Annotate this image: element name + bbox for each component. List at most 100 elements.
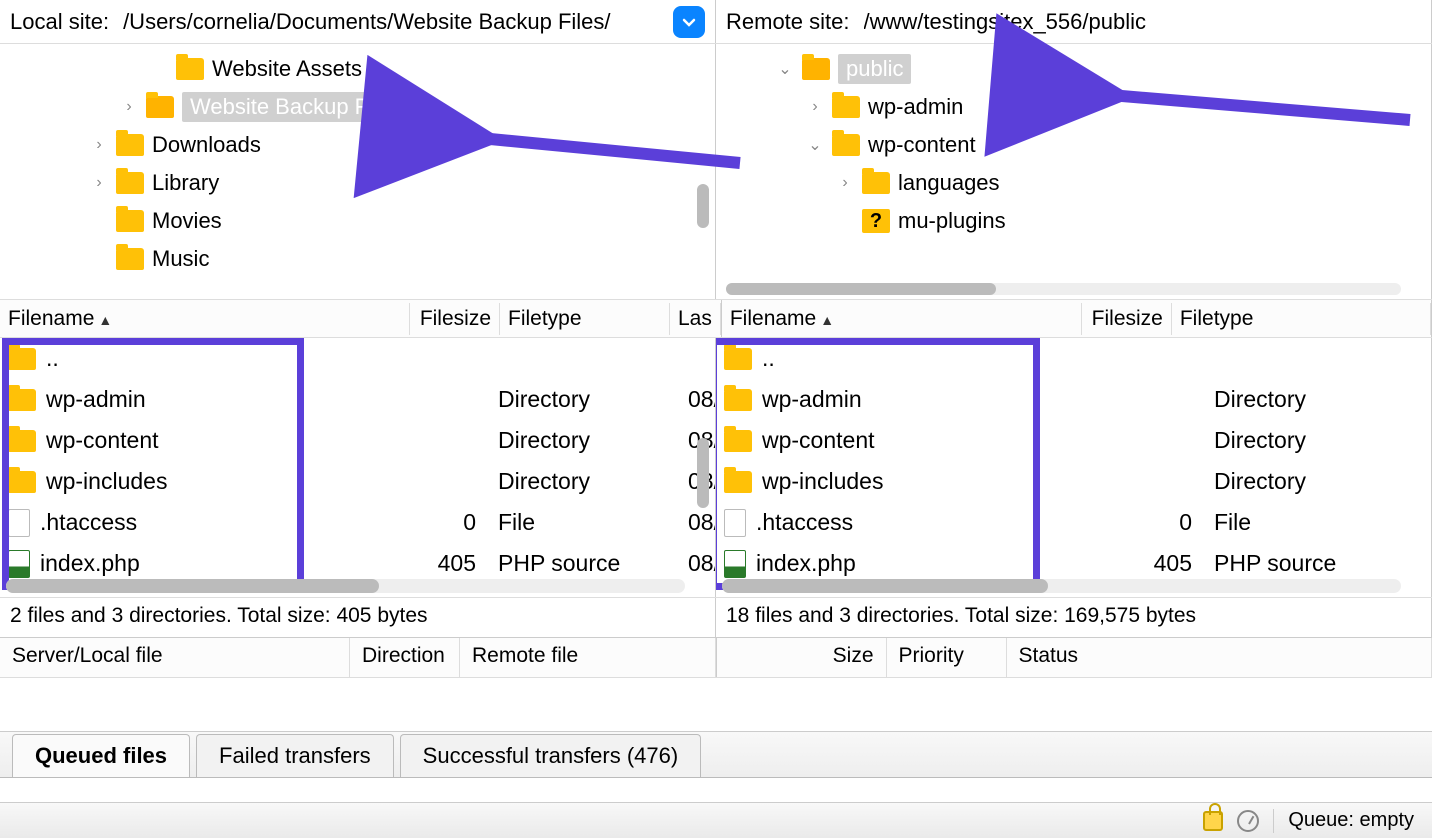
file-type: Directory xyxy=(498,468,678,495)
col-filename[interactable]: Filename▲ xyxy=(0,303,410,335)
tree-item[interactable]: mu-plugins xyxy=(716,202,1431,240)
tab-failed-transfers[interactable]: Failed transfers xyxy=(196,734,394,777)
chevron-right-icon[interactable]: › xyxy=(806,98,824,116)
remote-file-pane[interactable]: ..wp-adminDirectorywp-contentDirectorywp… xyxy=(716,338,1432,597)
file-type: File xyxy=(498,509,678,536)
folder-icon xyxy=(176,58,204,80)
local-file-pane[interactable]: .. wp-admin Directory 08/wp-content Director… xyxy=(0,338,716,597)
remote-headers: Filename▲ Filesize Filetype xyxy=(722,300,1432,337)
file-row[interactable]: wp-adminDirectory08/ xyxy=(0,379,715,420)
scrollbar-thumb[interactable] xyxy=(697,438,709,508)
file-size: 0 xyxy=(1034,509,1204,536)
folder-icon xyxy=(8,471,36,493)
speed-gauge-icon[interactable] xyxy=(1237,810,1259,832)
remote-path-input[interactable] xyxy=(858,5,1422,39)
tree-item-label: Library xyxy=(152,170,219,196)
qh-remotefile[interactable]: Remote file xyxy=(460,638,716,677)
file-row[interactable]: wp-includesDirectory08/ xyxy=(0,461,715,502)
scrollbar-thumb[interactable] xyxy=(726,283,996,295)
tree-item-label: Downloads xyxy=(152,132,261,158)
file-name: index.php xyxy=(40,550,140,577)
local-path-dropdown[interactable] xyxy=(673,6,705,38)
qh-size[interactable]: Size xyxy=(717,638,887,677)
file-row[interactable]: .htaccess0File08/ xyxy=(0,502,715,543)
folder-icon xyxy=(862,172,890,194)
scrollbar-thumb[interactable] xyxy=(722,579,1048,593)
tree-item-label: wp-admin xyxy=(868,94,963,120)
file-row[interactable]: wp-contentDirectory08/ xyxy=(0,420,715,461)
chevron-right-icon[interactable]: › xyxy=(836,174,854,192)
folder-icon xyxy=(116,248,144,270)
file-row[interactable]: wp-adminDirectory xyxy=(716,379,1431,420)
tab-successful-transfers[interactable]: Successful transfers (476) xyxy=(400,734,702,777)
chevron-down-icon[interactable]: ⌄ xyxy=(806,136,824,154)
disclosure-spacer xyxy=(150,60,168,78)
tree-item[interactable]: Website Assets xyxy=(0,50,715,88)
chevron-right-icon[interactable]: › xyxy=(90,174,108,192)
queue-body[interactable] xyxy=(0,678,1432,732)
lock-icon[interactable] xyxy=(1203,811,1223,831)
local-path-input[interactable] xyxy=(117,5,665,39)
tree-item-label: Music xyxy=(152,246,209,272)
file-type: Directory xyxy=(498,427,678,454)
local-tree[interactable]: Website Assets›Website Backup Files›Down… xyxy=(0,44,716,299)
file-icon xyxy=(8,509,30,537)
scrollbar-thumb[interactable] xyxy=(697,184,709,228)
folder-icon xyxy=(116,172,144,194)
chevron-down-icon xyxy=(681,14,697,30)
chevron-right-icon[interactable]: › xyxy=(90,136,108,154)
disclosure-spacer xyxy=(836,212,854,230)
file-row[interactable]: .. xyxy=(0,338,715,379)
chevron-down-icon[interactable]: ⌄ xyxy=(776,60,794,78)
unknown-folder-icon xyxy=(862,209,890,233)
folder-icon xyxy=(724,348,752,370)
footer-statusbar: Queue: empty xyxy=(0,802,1432,838)
sort-asc-icon: ▲ xyxy=(820,312,834,328)
file-type: Directory xyxy=(498,386,678,413)
tree-item[interactable]: ›Website Backup Files xyxy=(0,88,715,126)
file-lastmod: 08/ xyxy=(688,550,716,577)
tree-item[interactable]: › Library xyxy=(0,164,715,202)
col-filetype[interactable]: Filetype xyxy=(1172,303,1431,335)
file-icon xyxy=(724,509,746,537)
sort-asc-icon: ▲ xyxy=(98,312,112,328)
file-row[interactable]: .. xyxy=(716,338,1431,379)
tree-item[interactable]: ›languages xyxy=(716,164,1431,202)
tree-item[interactable]: Movies xyxy=(0,202,715,240)
col-filename[interactable]: Filename▲ xyxy=(722,303,1082,335)
file-row[interactable]: wp-contentDirectory xyxy=(716,420,1431,461)
tree-item[interactable]: Music xyxy=(0,240,715,278)
file-name: .. xyxy=(46,345,59,372)
file-row[interactable]: index.php405PHP source xyxy=(716,543,1431,584)
file-name: wp-admin xyxy=(46,386,146,413)
remote-site-label: Remote site: xyxy=(726,9,850,35)
scrollbar-thumb[interactable] xyxy=(6,579,379,593)
qh-priority[interactable]: Priority xyxy=(887,638,1007,677)
col-filesize[interactable]: Filesize xyxy=(1082,303,1172,335)
file-name: wp-content xyxy=(46,427,159,454)
folder-icon xyxy=(832,96,860,118)
file-type: PHP source xyxy=(498,550,678,577)
qh-serverlocal[interactable]: Server/Local file xyxy=(0,638,350,677)
file-row[interactable]: .htaccess0File xyxy=(716,502,1431,543)
tree-item[interactable]: ⌄wp-content xyxy=(716,126,1431,164)
tree-item[interactable]: ⌄ public xyxy=(716,50,1431,88)
remote-tree[interactable]: ⌄ public › wp-admin ⌄wp-content›languagesmu-… xyxy=(716,44,1432,299)
col-filesize[interactable]: Filesize xyxy=(410,303,500,335)
horizontal-scrollbar[interactable] xyxy=(726,283,1401,295)
col-filetype[interactable]: Filetype xyxy=(500,303,670,335)
file-type: Directory xyxy=(1214,427,1394,454)
qh-direction[interactable]: Direction xyxy=(350,638,460,677)
qh-status[interactable]: Status xyxy=(1007,638,1432,677)
chevron-right-icon[interactable]: › xyxy=(120,98,138,116)
tab-queued-files[interactable]: Queued files xyxy=(12,734,190,777)
file-row[interactable]: index.php405PHP source08/ xyxy=(0,543,715,584)
tree-item[interactable]: › Downloads xyxy=(0,126,715,164)
col-lastmod[interactable]: Las xyxy=(670,303,721,335)
file-row[interactable]: wp-includesDirectory xyxy=(716,461,1431,502)
tree-item-label: public xyxy=(838,54,911,84)
horizontal-scrollbar[interactable] xyxy=(6,579,685,593)
tree-item[interactable]: › wp-admin xyxy=(716,88,1431,126)
file-name: wp-includes xyxy=(46,468,167,495)
horizontal-scrollbar[interactable] xyxy=(722,579,1401,593)
